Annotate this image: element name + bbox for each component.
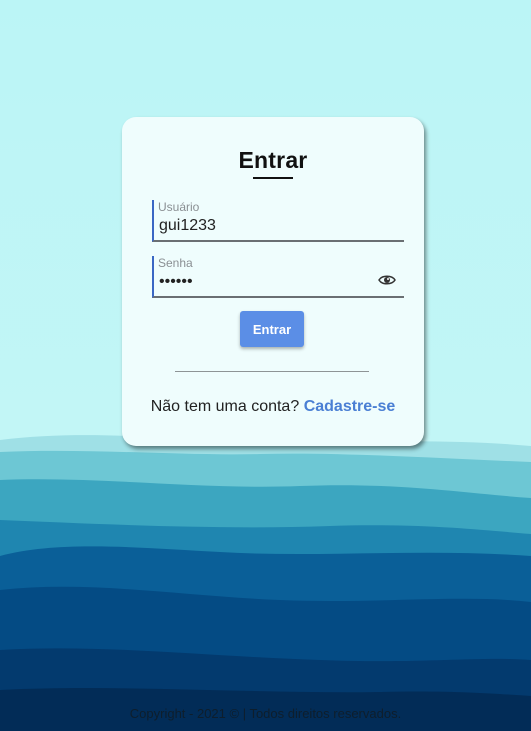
login-button[interactable]: Entrar bbox=[240, 311, 304, 347]
password-field: Senha bbox=[152, 256, 404, 298]
title-underline bbox=[253, 177, 293, 179]
divider bbox=[175, 371, 369, 372]
password-label: Senha bbox=[158, 256, 193, 270]
password-input[interactable] bbox=[159, 271, 369, 293]
username-field: Usuário bbox=[152, 200, 404, 242]
signup-link[interactable]: Cadastre-se bbox=[304, 398, 396, 415]
footer-copyright: Copyright - 2021 © | Todos direitos rese… bbox=[129, 706, 402, 721]
eye-icon[interactable] bbox=[378, 273, 396, 287]
signup-prompt: Não tem uma conta? bbox=[150, 398, 300, 415]
username-label: Usuário bbox=[158, 200, 200, 214]
login-card: Entrar Usuário Senha Entrar Não tem uma … bbox=[122, 117, 424, 446]
signup-prompt-row: Não tem uma conta? Cadastre-se bbox=[122, 398, 424, 416]
username-input[interactable] bbox=[159, 215, 369, 237]
page-title: Entrar bbox=[238, 147, 308, 173]
